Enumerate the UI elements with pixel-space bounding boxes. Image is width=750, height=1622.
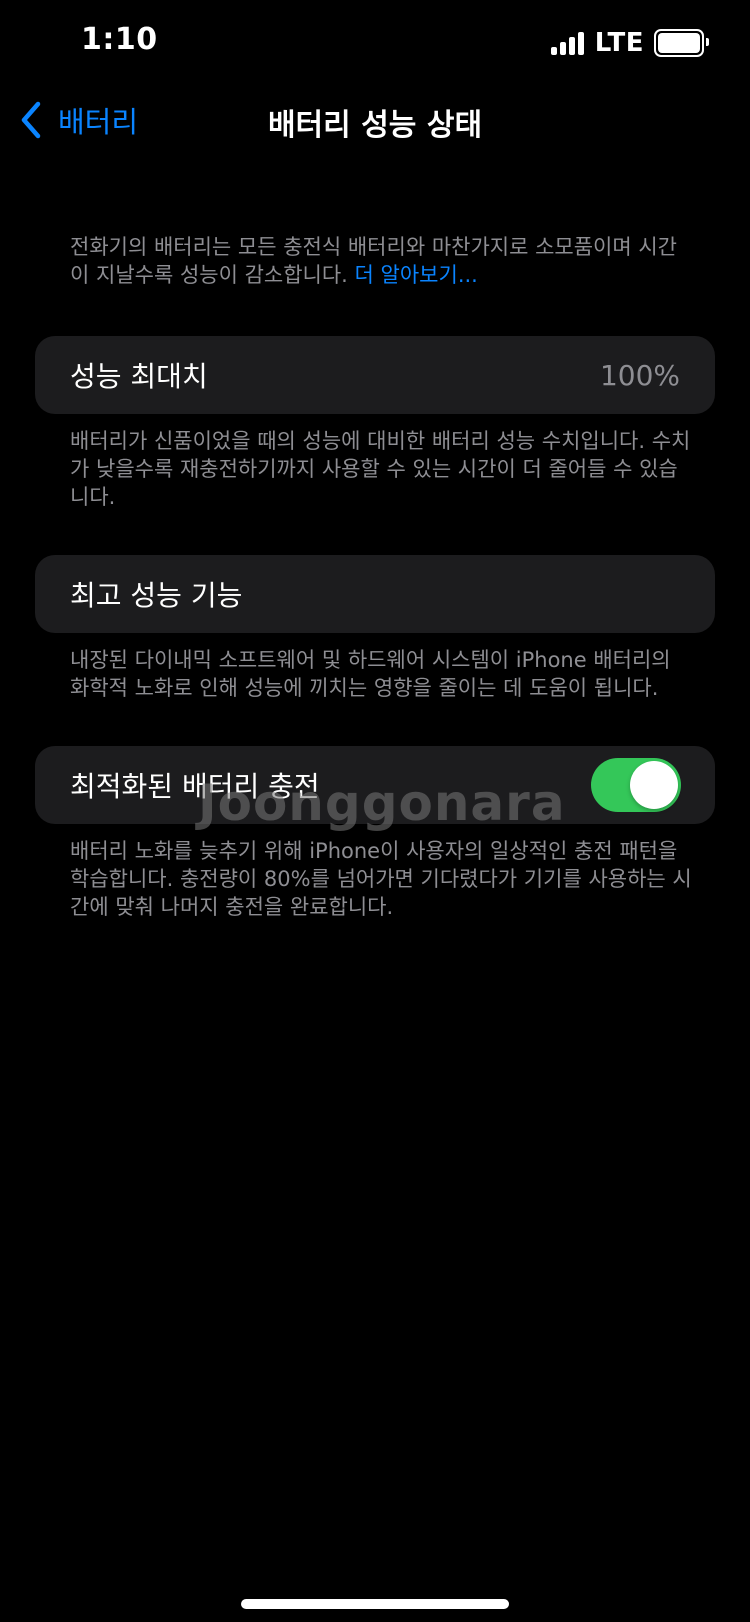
- learn-more-link[interactable]: 더 알아보기...: [355, 263, 478, 287]
- optimized-charging-label: 최적화된 배터리 충전: [70, 770, 320, 803]
- peak-performance-row: 최고 성능 기능: [35, 555, 715, 633]
- network-type: LTE: [594, 28, 644, 58]
- max-capacity-value: 100%: [599, 358, 680, 392]
- optimized-charging-row: 최적화된 배터리 충전: [35, 746, 715, 824]
- home-indicator[interactable]: [241, 1599, 509, 1609]
- max-capacity-label: 성능 최대치: [70, 360, 208, 393]
- cellular-signal-icon: [550, 31, 587, 55]
- intro-description: 전화기의 배터리는 모든 충전식 배터리와 마찬가지로 소모품이며 시간이 지날…: [70, 233, 695, 289]
- toggle-knob: [630, 761, 678, 809]
- status-time: 1:10: [81, 22, 158, 57]
- peak-performance-description: 내장된 다이내믹 소프트웨어 및 하드웨어 시스템이 iPhone 배터리의 화…: [70, 648, 671, 700]
- status-indicators: LTE: [550, 26, 709, 60]
- max-capacity-row: 성능 최대치 100%: [35, 336, 715, 414]
- page-title: 배터리 성능 상태: [267, 108, 483, 143]
- battery-full-icon: [654, 29, 709, 57]
- optimized-charging-description: 배터리 노화를 늦추기 위해 iPhone이 사용자의 일상적인 충전 패턴을 …: [70, 839, 692, 919]
- optimized-charging-toggle[interactable]: [591, 758, 681, 812]
- peak-performance-label: 최고 성능 기능: [70, 579, 243, 612]
- max-capacity-description: 배터리가 신품이었을 때의 성능에 대비한 배터리 성능 수치입니다. 수치가 …: [70, 429, 691, 509]
